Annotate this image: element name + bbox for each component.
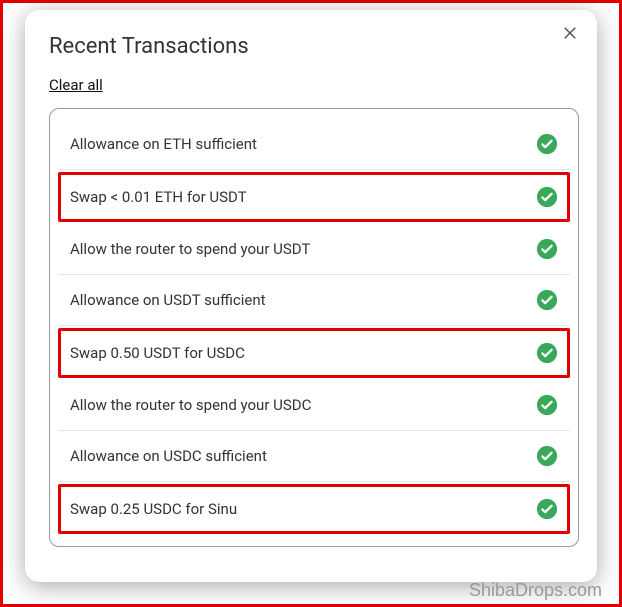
table-row[interactable]: Swap < 0.01 ETH for USDT <box>58 172 570 222</box>
transaction-label: Allow the router to spend your USDT <box>70 240 310 258</box>
recent-transactions-modal: Recent Transactions Clear all Allowance … <box>25 10 597 582</box>
check-circle-icon <box>536 133 558 155</box>
table-row[interactable]: Allow the router to spend your USDC <box>58 380 570 431</box>
transaction-label: Swap 0.25 USDC for Sinu <box>70 500 237 518</box>
check-circle-icon <box>536 238 558 260</box>
table-row[interactable]: Swap 0.25 USDC for Sinu <box>58 484 570 534</box>
table-row[interactable]: Allowance on USDC sufficient <box>58 431 570 482</box>
check-circle-icon <box>536 186 558 208</box>
transaction-label: Allowance on ETH sufficient <box>70 135 257 153</box>
modal-title: Recent Transactions <box>49 34 579 59</box>
check-circle-icon <box>536 445 558 467</box>
transaction-label: Allow the router to spend your USDC <box>70 396 311 414</box>
clear-all-link[interactable]: Clear all <box>49 76 103 94</box>
table-row[interactable]: Allowance on USDT sufficient <box>58 275 570 326</box>
check-circle-icon <box>536 289 558 311</box>
transaction-label: Allowance on USDC sufficient <box>70 447 267 465</box>
close-icon[interactable] <box>561 24 579 42</box>
check-circle-icon <box>536 394 558 416</box>
table-row[interactable]: Swap 0.50 USDT for USDC <box>58 328 570 378</box>
transactions-list: Allowance on ETH sufficient Swap < 0.01 … <box>49 108 579 547</box>
transaction-label: Swap 0.50 USDT for USDC <box>70 344 245 362</box>
transaction-label: Swap < 0.01 ETH for USDT <box>70 188 247 206</box>
watermark-text: ShibaDrops.com <box>469 580 602 601</box>
transaction-label: Allowance on USDT sufficient <box>70 291 266 309</box>
table-row[interactable]: Allowance on ETH sufficient <box>58 119 570 170</box>
check-circle-icon <box>536 342 558 364</box>
table-row[interactable]: Allow the router to spend your USDT <box>58 224 570 275</box>
check-circle-icon <box>536 498 558 520</box>
